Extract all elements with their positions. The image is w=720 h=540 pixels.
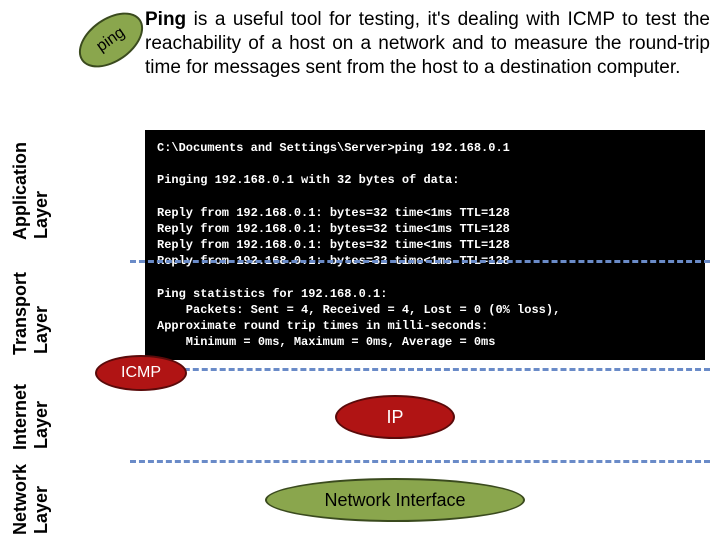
terminal-line: Reply from 192.168.0.1: bytes=32 time<1m… (157, 222, 510, 236)
terminal-line: Ping statistics for 192.168.0.1: (157, 287, 387, 301)
ping-badge: ping (69, 1, 153, 78)
ip-badge-text: IP (386, 407, 403, 428)
terminal-line: Approximate round trip times in milli-se… (157, 319, 488, 333)
terminal-output: C:\Documents and Settings\Server>ping 19… (145, 130, 705, 360)
icmp-badge-text: ICMP (121, 364, 161, 382)
layer-label-application: Application Layer (10, 190, 52, 240)
layer-sub: Layer (31, 400, 52, 450)
description-bold: Ping (145, 9, 186, 30)
description-paragraph: Ping is a useful tool for testing, it's … (145, 8, 710, 79)
icmp-badge: ICMP (95, 355, 187, 391)
layer-label-internet: Internet Layer (10, 400, 52, 450)
layer-label-transport: Transport Layer (10, 305, 52, 355)
layer-divider (130, 368, 710, 371)
layer-sub: Layer (31, 485, 52, 535)
layer-main: Network (10, 464, 31, 535)
ip-badge: IP (335, 395, 455, 439)
layer-sub: Layer (31, 305, 52, 355)
terminal-line: Reply from 192.168.0.1: bytes=32 time<1m… (157, 206, 510, 220)
terminal-line: C:\Documents and Settings\Server>ping 19… (157, 141, 510, 155)
netif-badge-text: Network Interface (324, 490, 465, 511)
terminal-line: Reply from 192.168.0.1: bytes=32 time<1m… (157, 238, 510, 252)
layer-main: Internet (10, 384, 31, 450)
ping-badge-text: ping (93, 24, 128, 56)
terminal-line: Minimum = 0ms, Maximum = 0ms, Average = … (157, 335, 495, 349)
description-text: is a useful tool for testing, it's deali… (145, 9, 710, 78)
layer-label-network: Network Layer (10, 485, 52, 535)
terminal-line: Pinging 192.168.0.1 with 32 bytes of dat… (157, 173, 459, 187)
layer-divider (130, 260, 710, 263)
layer-main: Transport (10, 272, 31, 355)
layer-divider (130, 460, 710, 463)
terminal-line: Packets: Sent = 4, Received = 4, Lost = … (157, 303, 560, 317)
layer-main: Application (10, 142, 31, 240)
network-interface-badge: Network Interface (265, 478, 525, 522)
layer-sub: Layer (31, 190, 52, 240)
